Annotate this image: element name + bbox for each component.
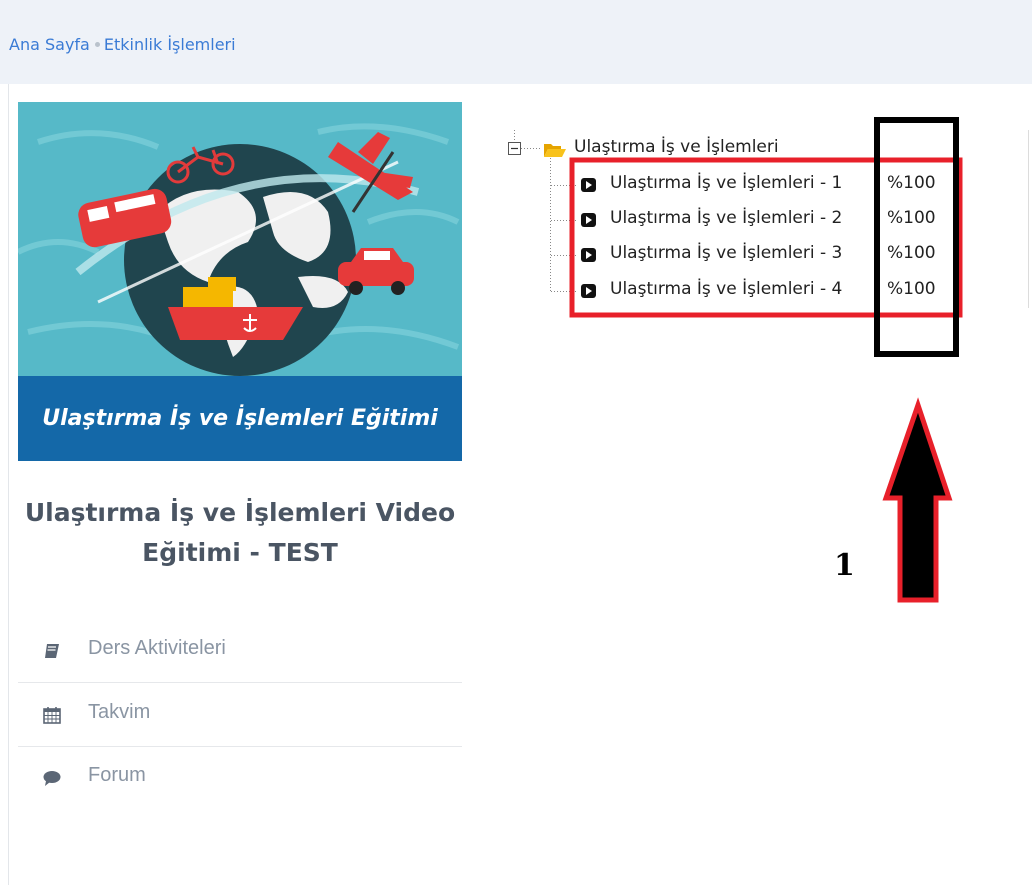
play-icon	[581, 248, 596, 262]
breadcrumb-home-link[interactable]: Ana Sayfa	[9, 35, 90, 54]
play-icon	[581, 178, 596, 192]
breadcrumb-separator	[94, 42, 100, 47]
course-title-line-1: Ulaştırma İş ve İşlemleri Video	[24, 498, 456, 527]
menu-item-takvim[interactable]: Takvim	[18, 683, 462, 747]
tree-item-label[interactable]: Ulaştırma İş ve İşlemleri - 2	[610, 208, 842, 228]
tree-item-label[interactable]: Ulaştırma İş ve İşlemleri - 4	[610, 279, 842, 299]
annotation-arrow	[882, 397, 953, 603]
right-panel-border	[1028, 130, 1029, 308]
folder-open-icon	[544, 144, 566, 157]
course-title-line-2: Eğitimi - TEST	[142, 538, 338, 567]
play-icon	[581, 284, 596, 298]
calendar-icon	[43, 707, 61, 724]
transport-globe-illustration	[18, 102, 462, 376]
annotation-black-box	[874, 117, 959, 357]
menu-item-label: Ders Aktiviteleri	[88, 637, 226, 659]
menu-item-label: Forum	[88, 764, 146, 786]
play-icon	[581, 213, 596, 227]
book-icon	[45, 644, 59, 658]
comment-icon	[43, 771, 61, 786]
menu-item-forum[interactable]: Forum	[18, 746, 462, 809]
breadcrumb-current-link[interactable]: Etkinlik İşlemleri	[104, 35, 236, 54]
tree-collapse-toggle[interactable]	[508, 142, 522, 156]
banner-caption-text: Ulaştırma İş ve İşlemleri Eğitimi	[42, 406, 438, 431]
tree-item-progress: %100	[887, 279, 936, 299]
left-border	[8, 84, 9, 885]
tree-folder-label[interactable]: Ulaştırma İş ve İşlemleri	[574, 137, 779, 157]
breadcrumb: Ana Sayfa Etkinlik İşlemleri	[9, 35, 236, 54]
tree-item-label[interactable]: Ulaştırma İş ve İşlemleri - 3	[610, 243, 842, 263]
tree-item-progress: %100	[887, 243, 936, 263]
course-banner-image: Ulaştırma İş ve İşlemleri Eğitimi	[18, 102, 462, 461]
course-title: Ulaştırma İş ve İşlemleri Video Eğitimi …	[18, 493, 462, 573]
menu-item-label: Takvim	[88, 701, 151, 723]
menu-item-ders-aktiviteleri[interactable]: Ders Aktiviteleri	[18, 619, 462, 683]
tree-item-progress: %100	[887, 173, 936, 193]
annotation-number: 1	[834, 548, 855, 583]
banner-caption: Ulaştırma İş ve İşlemleri Eğitimi	[18, 376, 462, 461]
tree-item-label[interactable]: Ulaştırma İş ve İşlemleri - 1	[610, 173, 842, 193]
tree-item-progress: %100	[887, 208, 936, 228]
top-bar: Ana Sayfa Etkinlik İşlemleri	[0, 0, 1032, 84]
